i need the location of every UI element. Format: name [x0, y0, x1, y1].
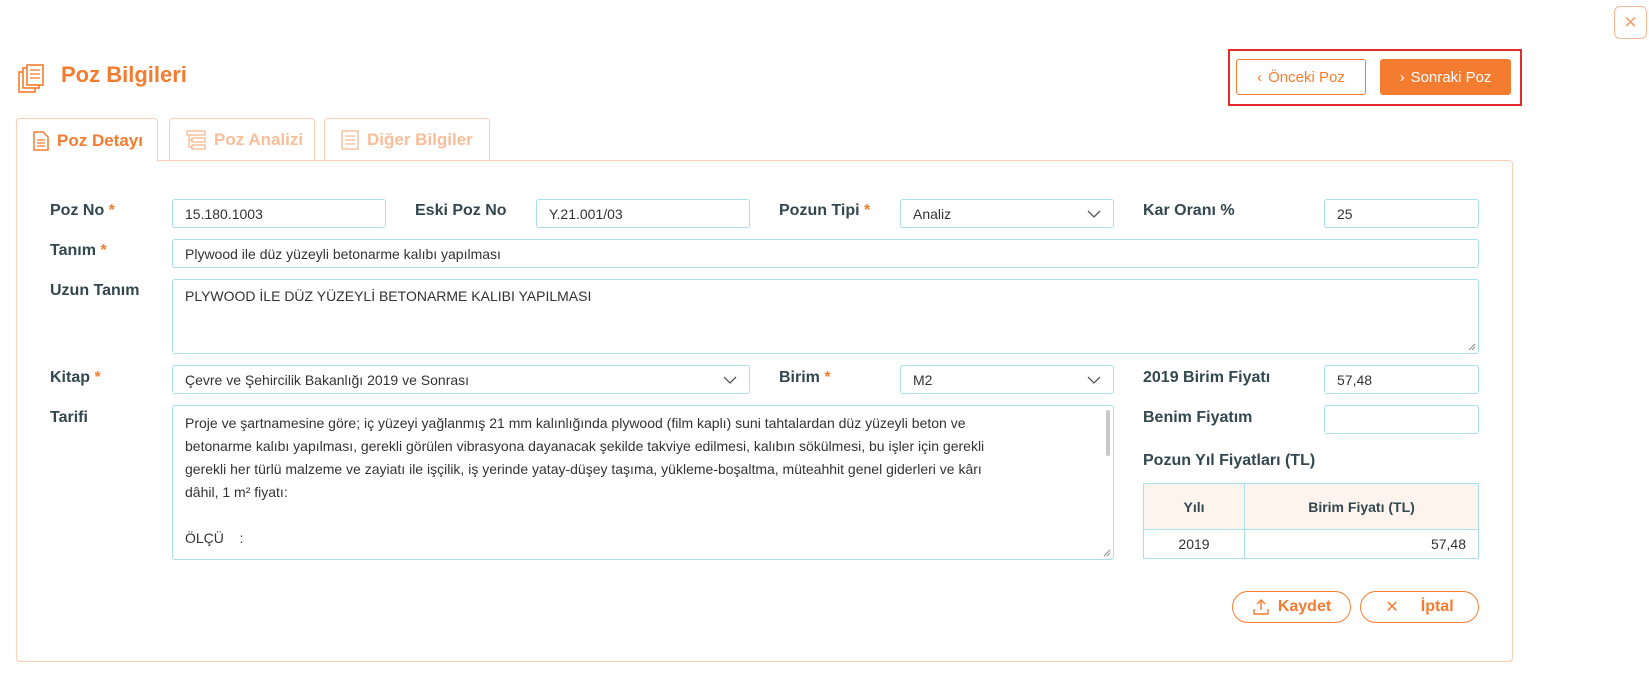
document-icon — [33, 130, 49, 151]
tab-label: Diğer Bilgiler — [367, 130, 473, 149]
column-header-yil: Yılı — [1143, 483, 1245, 530]
eski-poz-no-label: Eski Poz No — [415, 202, 507, 219]
save-label: Kaydet — [1277, 598, 1332, 615]
resize-handle-icon[interactable] — [1103, 549, 1111, 557]
chevron-down-icon — [723, 376, 737, 384]
tarifi-line: dâhil, 1 m² fiyatı: — [185, 484, 288, 500]
previous-poz-button[interactable]: ‹ Önceki Poz — [1236, 59, 1366, 95]
document-list-icon — [341, 130, 359, 150]
tab-poz-detayi[interactable]: Poz Detayı — [16, 118, 158, 162]
page-title: Poz Bilgileri — [61, 62, 187, 87]
birim-label: Birim * — [779, 369, 831, 386]
pozun-tipi-select[interactable]: Analiz — [900, 199, 1114, 228]
uzun-tanim-textarea[interactable]: PLYWOOD İLE DÜZ YÜZEYLİ BETONARME KALIBI… — [172, 279, 1479, 354]
tab-diger-bilgiler[interactable]: Diğer Bilgiler — [324, 118, 490, 161]
eski-poz-no-input[interactable]: Y.21.001/03 — [536, 199, 750, 228]
next-poz-label: Sonraki Poz — [1410, 68, 1492, 86]
table-row: 2019 57,48 — [1143, 529, 1479, 559]
tarifi-textarea[interactable]: Proje ve şartnamesine göre; iç yüzeyi ya… — [172, 405, 1114, 560]
kar-orani-input[interactable]: 25 — [1324, 199, 1479, 228]
tab-poz-analizi[interactable]: Poz Analizi — [169, 118, 315, 161]
birim-fiyati-input[interactable]: 57,48 — [1324, 365, 1479, 394]
close-button[interactable]: ✕ — [1614, 6, 1647, 39]
close-icon: ✕ — [1385, 599, 1399, 616]
hierarchy-icon — [186, 130, 206, 150]
cancel-label: İptal — [1420, 598, 1454, 615]
birim-fiyati-label: 2019 Birim Fiyatı — [1143, 369, 1271, 386]
uzun-tanim-label: Uzun Tanım — [50, 282, 140, 299]
column-header-birim-fiyati: Birim Fiyatı (TL) — [1244, 483, 1479, 530]
cell-birim-fiyati: 57,48 — [1244, 529, 1479, 559]
pozun-tipi-label: Pozun Tipi * — [779, 202, 871, 219]
birim-value: M2 — [913, 371, 933, 388]
kitap-select[interactable]: Çevre ve Şehircilik Bakanlığı 2019 ve So… — [172, 365, 750, 394]
benim-fiyatim-label: Benim Fiyatım — [1143, 409, 1253, 426]
yil-fiyatlari-table: Yılı Birim Fiyatı (TL) 2019 57,48 — [1143, 483, 1479, 559]
resize-handle-icon[interactable] — [1468, 343, 1476, 351]
kitap-label: Kitap * — [50, 369, 101, 386]
tarifi-line — [185, 504, 1101, 527]
tarifi-line: ÖLÇÜ : — [185, 530, 244, 546]
poz-no-input[interactable]: 15.180.1003 — [172, 199, 386, 228]
previous-poz-label: Önceki Poz — [1268, 68, 1345, 86]
tanim-input[interactable]: Plywood ile düz yüzeyli betonarme kalıbı… — [172, 239, 1479, 268]
next-poz-button[interactable]: › Sonraki Poz — [1380, 59, 1511, 95]
save-button[interactable]: Kaydet — [1232, 591, 1351, 623]
chevron-down-icon — [1087, 210, 1101, 218]
yil-fiyatlari-title: Pozun Yıl Fiyatları (TL) — [1143, 452, 1316, 469]
benim-fiyatim-input[interactable] — [1324, 405, 1479, 434]
close-icon: ✕ — [1623, 12, 1638, 32]
poz-no-label: Poz No * — [50, 202, 115, 219]
tarifi-line: gerekli her türlü malzeme ve zayiatı ile… — [185, 461, 982, 477]
kar-orani-label: Kar Oranı % — [1143, 202, 1235, 219]
scrollbar[interactable] — [1106, 410, 1110, 456]
cell-yil: 2019 — [1143, 529, 1245, 559]
tab-label: Poz Analizi — [214, 130, 304, 149]
chevron-left-icon: ‹ — [1257, 68, 1263, 86]
pozun-tipi-value: Analiz — [913, 205, 952, 222]
cancel-button[interactable]: ✕ İptal — [1360, 591, 1479, 623]
tarifi-label: Tarifi — [50, 409, 88, 426]
tanim-label: Tanım * — [50, 242, 107, 259]
birim-select[interactable]: M2 — [900, 365, 1114, 394]
upload-icon — [1253, 599, 1269, 615]
documents-icon — [18, 64, 44, 93]
kitap-value: Çevre ve Şehircilik Bakanlığı 2019 ve So… — [185, 371, 470, 388]
tarifi-line: betonarme kalıbı yapılması, gerekli görü… — [185, 438, 985, 454]
chevron-down-icon — [1087, 376, 1101, 384]
chevron-right-icon: › — [1399, 68, 1405, 86]
uzun-tanim-text: PLYWOOD İLE DÜZ YÜZEYLİ BETONARME KALIBI… — [185, 288, 592, 304]
tab-label: Poz Detayı — [57, 130, 143, 150]
tarifi-line: Proje ve şartnamesine göre; iç yüzeyi ya… — [185, 415, 966, 431]
